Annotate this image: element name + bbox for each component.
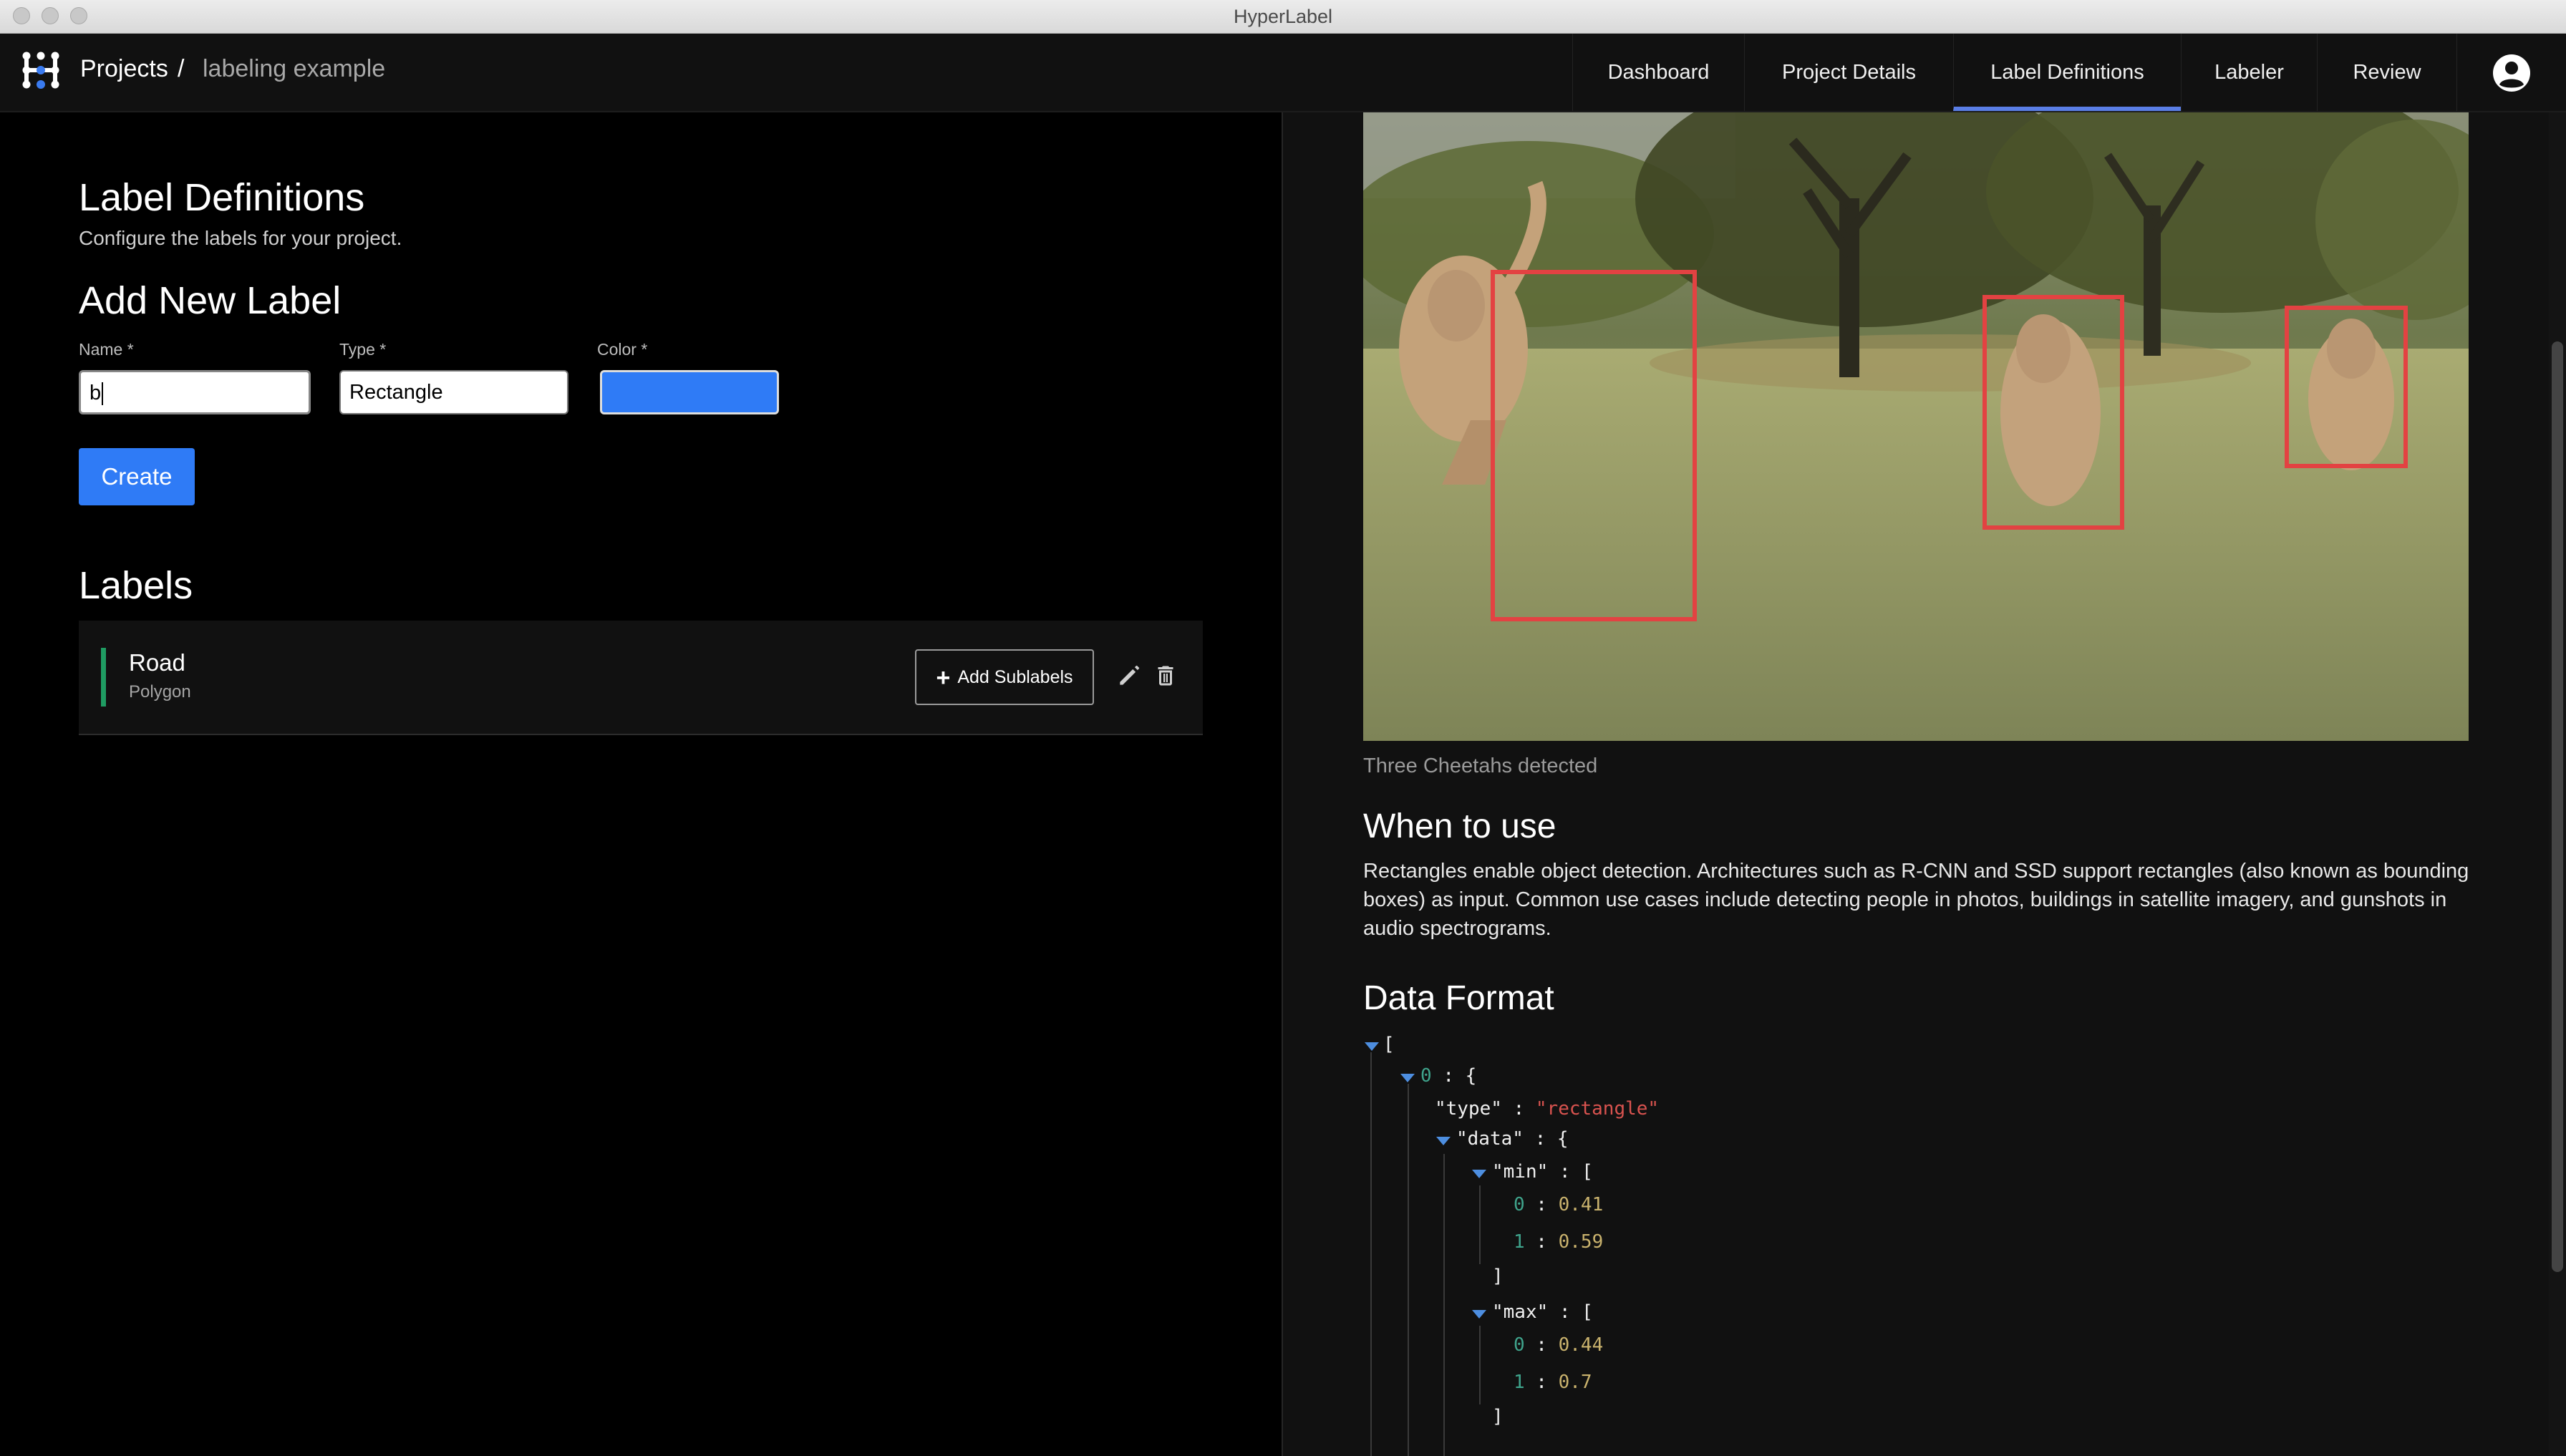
json-index: 0 — [1420, 1065, 1432, 1087]
collapse-caret-icon[interactable] — [1436, 1137, 1451, 1145]
tree-guide — [1408, 1084, 1409, 1456]
json-object-open: : { — [1534, 1128, 1569, 1150]
json-key: "min" — [1492, 1161, 1549, 1183]
close-window-button[interactable] — [13, 7, 30, 24]
tree-guide — [1443, 1154, 1445, 1456]
name-field-label: Name * — [79, 340, 134, 359]
breadcrumb-current-project[interactable]: labeling example — [203, 55, 385, 83]
label-name: Road — [129, 649, 185, 676]
json-number-value: 0.7 — [1558, 1372, 1592, 1393]
label-type-help-panel: Three Cheetahs detected When to use Rect… — [1283, 112, 2566, 1456]
breadcrumb-separator: / — [178, 55, 185, 82]
label-definitions-panel: Label Definitions Configure the labels f… — [0, 112, 1283, 1456]
add-sublabels-button[interactable]: + Add Sublabels — [915, 649, 1094, 705]
color-field-label: Color * — [597, 340, 648, 359]
window-title: HyperLabel — [1233, 6, 1333, 27]
tab-dashboard[interactable]: Dashboard — [1572, 34, 1744, 111]
type-field-label: Type * — [339, 340, 387, 359]
json-max-0: 0 : 0.44 — [1514, 1334, 1604, 1356]
breadcrumb-projects-link[interactable]: Projects — [80, 55, 168, 83]
collapse-caret-icon[interactable] — [1472, 1310, 1486, 1319]
hyperlabel-logo-icon[interactable] — [20, 49, 62, 91]
tab-label-definitions[interactable]: Label Definitions — [1953, 34, 2181, 111]
json-number-value: 0.41 — [1558, 1194, 1604, 1215]
collapse-caret-icon[interactable] — [1365, 1042, 1379, 1051]
json-item-0: 0 : { — [1420, 1065, 1476, 1087]
cheetahs-example-image — [1363, 112, 2469, 741]
trash-icon[interactable] — [1153, 662, 1178, 689]
json-array-close: ] — [1492, 1406, 1504, 1427]
label-item-road: Road Polygon + Add Sublabels — [79, 621, 1203, 735]
right-panel-scrollbar[interactable] — [2549, 112, 2566, 1456]
json-array-close: ] — [1492, 1266, 1504, 1287]
collapse-caret-icon[interactable] — [1400, 1074, 1415, 1082]
scrollbar-thumb[interactable] — [2552, 341, 2563, 1272]
create-label-button[interactable]: Create — [79, 448, 195, 505]
image-caption: Three Cheetahs detected — [1363, 754, 1598, 777]
name-input-value: b — [89, 382, 102, 404]
when-to-use-text: Rectangles enable object detection. Arch… — [1363, 860, 2469, 940]
tab-labeler[interactable]: Labeler — [2181, 34, 2317, 111]
tree-guide — [1479, 1326, 1481, 1404]
label-color-picker[interactable] — [600, 370, 779, 414]
plus-icon: + — [936, 664, 951, 692]
pencil-icon[interactable] — [1115, 662, 1143, 689]
tab-project-details[interactable]: Project Details — [1744, 34, 1953, 111]
json-type-row: "type" : "rectangle" — [1435, 1098, 1660, 1120]
tree-guide — [1370, 1052, 1372, 1456]
json-object-open: : { — [1443, 1065, 1477, 1087]
account-circle-icon[interactable] — [2492, 53, 2532, 93]
collapse-caret-icon[interactable] — [1472, 1170, 1486, 1178]
json-min-1: 1 : 0.59 — [1514, 1231, 1604, 1253]
top-navbar: Projects / labeling example Dashboard Pr… — [0, 34, 2566, 112]
json-array-open: [ — [1383, 1034, 1395, 1055]
labels-heading: Labels — [79, 564, 193, 607]
json-key: "data" — [1456, 1128, 1524, 1150]
json-number-value: 0.44 — [1558, 1334, 1604, 1356]
json-max-1: 1 : 0.7 — [1514, 1372, 1592, 1393]
page-subtitle: Configure the labels for your project. — [79, 227, 402, 249]
tree-guide — [1479, 1185, 1481, 1264]
add-label-heading: Add New Label — [79, 279, 342, 322]
data-format-heading: Data Format — [1363, 979, 1554, 1017]
add-sublabels-label: Add Sublabels — [957, 667, 1073, 687]
when-to-use-heading: When to use — [1363, 807, 1556, 845]
json-number-value: 0.59 — [1558, 1231, 1604, 1253]
json-min-0: 0 : 0.41 — [1514, 1194, 1604, 1215]
label-color-indicator — [101, 648, 106, 707]
minimize-window-button[interactable] — [42, 7, 59, 24]
label-type-select[interactable]: Rectangle — [339, 370, 568, 414]
window-titlebar: HyperLabel — [0, 0, 2566, 34]
zoom-window-button[interactable] — [70, 7, 87, 24]
json-data-row: "data" : { — [1456, 1128, 1569, 1150]
json-viewer: [ 0 : { "type" : "rectangle" "data" : { … — [1363, 1032, 2480, 1456]
json-min-row: "min" : [ — [1492, 1161, 1593, 1183]
json-max-row: "max" : [ — [1492, 1301, 1593, 1323]
label-name-input[interactable]: b — [79, 370, 311, 414]
label-type: Polygon — [129, 682, 191, 702]
json-key: "max" — [1492, 1301, 1549, 1323]
page-title: Label Definitions — [79, 176, 365, 219]
json-string-value: "rectangle" — [1535, 1098, 1660, 1120]
tab-review[interactable]: Review — [2317, 34, 2457, 111]
json-key: "type" — [1435, 1098, 1502, 1120]
